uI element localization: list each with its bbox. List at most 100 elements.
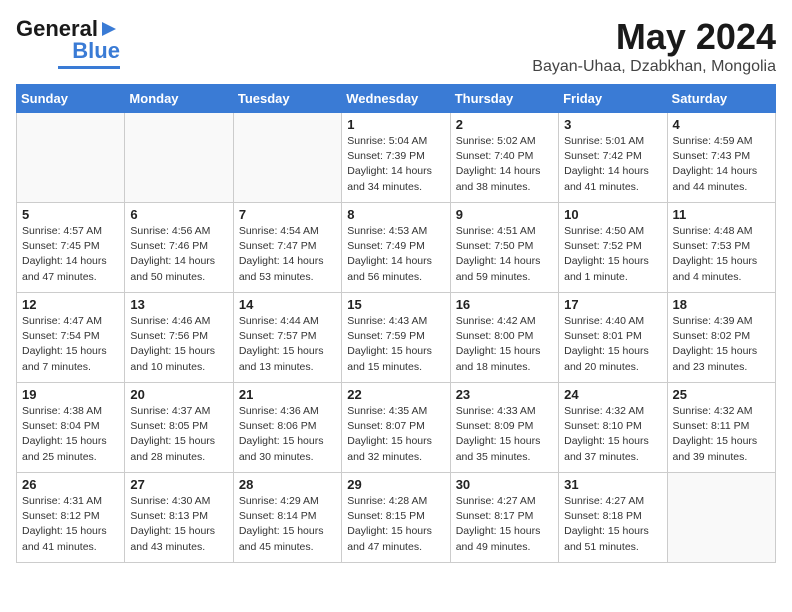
day-number: 12 [22, 297, 119, 312]
day-info: Sunrise: 4:42 AM Sunset: 8:00 PM Dayligh… [456, 314, 553, 375]
day-info: Sunrise: 4:36 AM Sunset: 8:06 PM Dayligh… [239, 404, 336, 465]
day-info: Sunrise: 4:35 AM Sunset: 8:07 PM Dayligh… [347, 404, 444, 465]
day-number: 24 [564, 387, 661, 402]
day-number: 13 [130, 297, 227, 312]
day-number: 8 [347, 207, 444, 222]
day-number: 4 [673, 117, 770, 132]
header-sunday: Sunday [17, 85, 125, 113]
calendar-cell: 27 Sunrise: 4:30 AM Sunset: 8:13 PM Dayli… [125, 473, 233, 563]
logo-underline [58, 66, 120, 69]
calendar-cell: 1 Sunrise: 5:04 AM Sunset: 7:39 PM Daylig… [342, 113, 450, 203]
day-number: 11 [673, 207, 770, 222]
day-info: Sunrise: 4:37 AM Sunset: 8:05 PM Dayligh… [130, 404, 227, 465]
day-info: Sunrise: 4:59 AM Sunset: 7:43 PM Dayligh… [673, 134, 770, 195]
week-row-1: 1 Sunrise: 5:04 AM Sunset: 7:39 PM Daylig… [17, 113, 776, 203]
day-number: 19 [22, 387, 119, 402]
calendar-cell: 4 Sunrise: 4:59 AM Sunset: 7:43 PM Daylig… [667, 113, 775, 203]
calendar-cell [667, 473, 775, 563]
week-row-3: 12 Sunrise: 4:47 AM Sunset: 7:54 PM Dayli… [17, 293, 776, 383]
calendar-table: SundayMondayTuesdayWednesdayThursdayFrid… [16, 84, 776, 563]
calendar-cell: 8Sunrise: 4:53 AM Sunset: 7:49 PM Daylig… [342, 203, 450, 293]
day-number: 31 [564, 477, 661, 492]
calendar-cell: 15Sunrise: 4:43 AM Sunset: 7:59 PM Dayli… [342, 293, 450, 383]
calendar-cell: 24 Sunrise: 4:32 AM Sunset: 8:10 PM Dayli… [559, 383, 667, 473]
day-number: 20 [130, 387, 227, 402]
calendar-cell: 6 Sunrise: 4:56 AM Sunset: 7:46 PM Daylig… [125, 203, 233, 293]
day-number: 21 [239, 387, 336, 402]
calendar-cell: 14 Sunrise: 4:44 AM Sunset: 7:57 PM Dayli… [233, 293, 341, 383]
day-info: Sunrise: 4:31 AM Sunset: 8:12 PM Dayligh… [22, 494, 119, 555]
header-tuesday: Tuesday [233, 85, 341, 113]
day-number: 6 [130, 207, 227, 222]
calendar-cell: 7 Sunrise: 4:54 AM Sunset: 7:47 PM Daylig… [233, 203, 341, 293]
day-info: Sunrise: 4:39 AM Sunset: 8:02 PM Dayligh… [673, 314, 770, 375]
day-number: 18 [673, 297, 770, 312]
header-friday: Friday [559, 85, 667, 113]
day-info: Sunrise: 4:46 AM Sunset: 7:56 PM Dayligh… [130, 314, 227, 375]
day-number: 1 [347, 117, 444, 132]
header-saturday: Saturday [667, 85, 775, 113]
header-wednesday: Wednesday [342, 85, 450, 113]
calendar-cell: 28Sunrise: 4:29 AM Sunset: 8:14 PM Dayli… [233, 473, 341, 563]
day-number: 25 [673, 387, 770, 402]
calendar-cell: 9Sunrise: 4:51 AM Sunset: 7:50 PM Daylig… [450, 203, 558, 293]
day-info: Sunrise: 4:32 AM Sunset: 8:10 PM Dayligh… [564, 404, 661, 465]
day-number: 3 [564, 117, 661, 132]
day-info: Sunrise: 4:57 AM Sunset: 7:45 PM Dayligh… [22, 224, 119, 285]
day-number: 9 [456, 207, 553, 222]
day-number: 26 [22, 477, 119, 492]
calendar-cell: 2 Sunrise: 5:02 AM Sunset: 7:40 PM Daylig… [450, 113, 558, 203]
day-info: Sunrise: 5:01 AM Sunset: 7:42 PM Dayligh… [564, 134, 661, 195]
week-row-5: 26 Sunrise: 4:31 AM Sunset: 8:12 PM Dayli… [17, 473, 776, 563]
title-block: May 2024 Bayan-Uhaa, Dzabkhan, Mongolia [532, 16, 776, 76]
logo-arrow-icon [98, 18, 120, 40]
day-number: 22 [347, 387, 444, 402]
day-number: 14 [239, 297, 336, 312]
calendar-cell: 5 Sunrise: 4:57 AM Sunset: 7:45 PM Daylig… [17, 203, 125, 293]
day-info: Sunrise: 4:48 AM Sunset: 7:53 PM Dayligh… [673, 224, 770, 285]
calendar-cell: 23 Sunrise: 4:33 AM Sunset: 8:09 PM Dayli… [450, 383, 558, 473]
calendar-cell: 3 Sunrise: 5:01 AM Sunset: 7:42 PM Daylig… [559, 113, 667, 203]
days-header-row: SundayMondayTuesdayWednesdayThursdayFrid… [17, 85, 776, 113]
calendar-cell: 20 Sunrise: 4:37 AM Sunset: 8:05 PM Dayli… [125, 383, 233, 473]
day-info: Sunrise: 4:27 AM Sunset: 8:17 PM Dayligh… [456, 494, 553, 555]
day-number: 29 [347, 477, 444, 492]
day-info: Sunrise: 5:04 AM Sunset: 7:39 PM Dayligh… [347, 134, 444, 195]
day-number: 23 [456, 387, 553, 402]
day-info: Sunrise: 4:50 AM Sunset: 7:52 PM Dayligh… [564, 224, 661, 285]
day-number: 7 [239, 207, 336, 222]
header-thursday: Thursday [450, 85, 558, 113]
calendar-cell: 18 Sunrise: 4:39 AM Sunset: 8:02 PM Dayli… [667, 293, 775, 383]
day-info: Sunrise: 4:30 AM Sunset: 8:13 PM Dayligh… [130, 494, 227, 555]
day-info: Sunrise: 4:28 AM Sunset: 8:15 PM Dayligh… [347, 494, 444, 555]
day-info: Sunrise: 4:32 AM Sunset: 8:11 PM Dayligh… [673, 404, 770, 465]
logo: General Blue [16, 16, 120, 69]
calendar-cell [125, 113, 233, 203]
day-info: Sunrise: 4:56 AM Sunset: 7:46 PM Dayligh… [130, 224, 227, 285]
day-info: Sunrise: 4:38 AM Sunset: 8:04 PM Dayligh… [22, 404, 119, 465]
month-title: May 2024 [532, 16, 776, 58]
week-row-4: 19 Sunrise: 4:38 AM Sunset: 8:04 PM Dayli… [17, 383, 776, 473]
calendar-cell: 10 Sunrise: 4:50 AM Sunset: 7:52 PM Dayli… [559, 203, 667, 293]
day-info: Sunrise: 4:27 AM Sunset: 8:18 PM Dayligh… [564, 494, 661, 555]
day-info: Sunrise: 4:44 AM Sunset: 7:57 PM Dayligh… [239, 314, 336, 375]
day-number: 5 [22, 207, 119, 222]
day-number: 2 [456, 117, 553, 132]
day-info: Sunrise: 5:02 AM Sunset: 7:40 PM Dayligh… [456, 134, 553, 195]
location-title: Bayan-Uhaa, Dzabkhan, Mongolia [532, 58, 776, 76]
calendar-cell: 31 Sunrise: 4:27 AM Sunset: 8:18 PM Dayli… [559, 473, 667, 563]
calendar-cell: 30 Sunrise: 4:27 AM Sunset: 8:17 PM Dayli… [450, 473, 558, 563]
day-number: 10 [564, 207, 661, 222]
day-info: Sunrise: 4:40 AM Sunset: 8:01 PM Dayligh… [564, 314, 661, 375]
calendar-cell: 11 Sunrise: 4:48 AM Sunset: 7:53 PM Dayli… [667, 203, 775, 293]
day-number: 16 [456, 297, 553, 312]
day-number: 30 [456, 477, 553, 492]
calendar-cell: 21 Sunrise: 4:36 AM Sunset: 8:06 PM Dayli… [233, 383, 341, 473]
day-info: Sunrise: 4:47 AM Sunset: 7:54 PM Dayligh… [22, 314, 119, 375]
day-number: 27 [130, 477, 227, 492]
day-info: Sunrise: 4:54 AM Sunset: 7:47 PM Dayligh… [239, 224, 336, 285]
day-info: Sunrise: 4:33 AM Sunset: 8:09 PM Dayligh… [456, 404, 553, 465]
day-info: Sunrise: 4:43 AM Sunset: 7:59 PM Dayligh… [347, 314, 444, 375]
day-number: 17 [564, 297, 661, 312]
day-info: Sunrise: 4:29 AM Sunset: 8:14 PM Dayligh… [239, 494, 336, 555]
